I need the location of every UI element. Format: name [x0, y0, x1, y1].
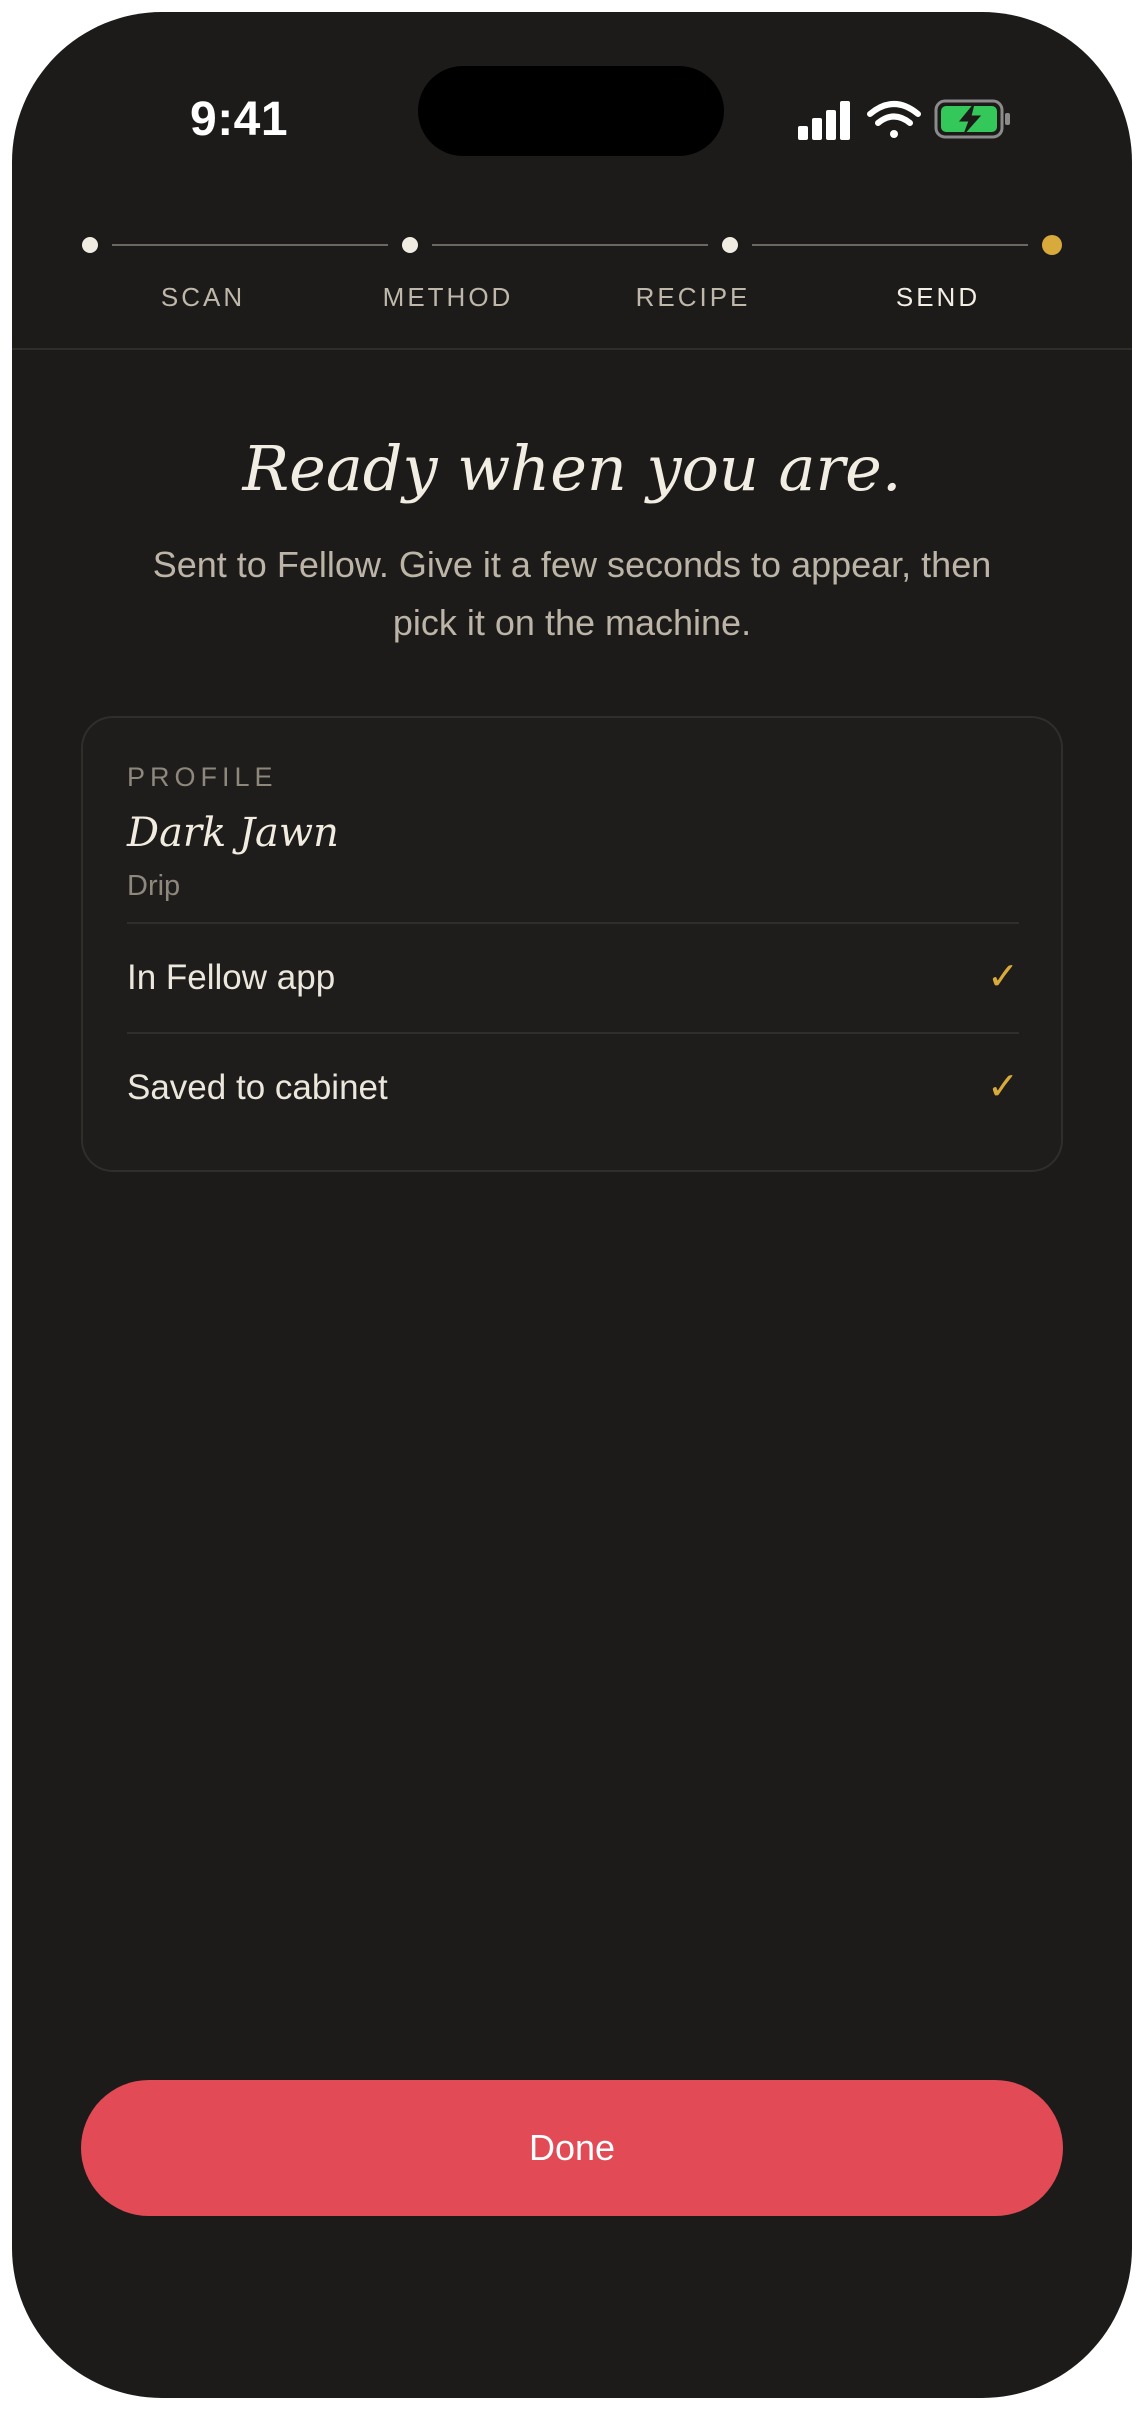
- status-row-cabinet: Saved to cabinet ✓: [127, 1034, 1019, 1142]
- status-time: 9:41: [190, 93, 289, 146]
- step-connector: [752, 244, 1028, 246]
- profile-name: Dark Jawn: [127, 810, 339, 856]
- step-connector: [432, 244, 708, 246]
- progress-stepper: SCAN METHOD RECIPE SEND: [12, 212, 1132, 350]
- card-label: PROFILE: [127, 762, 278, 792]
- step-dot-recipe: [722, 237, 738, 253]
- battery-charging-icon: [934, 99, 1010, 139]
- page-subtitle: Sent to Fellow. Give it a few seconds to…: [152, 544, 992, 643]
- step-label-send[interactable]: SEND: [818, 282, 1058, 313]
- step-label-method[interactable]: METHOD: [328, 282, 568, 313]
- profile-card: PROFILE Dark Jawn Drip In Fellow app ✓ S…: [81, 716, 1063, 1172]
- status-icons: [798, 96, 1028, 146]
- checkmark-icon: ✓: [987, 1066, 1019, 1108]
- wifi-icon: [867, 101, 921, 138]
- step-label-recipe[interactable]: RECIPE: [573, 282, 813, 313]
- step-label-scan[interactable]: SCAN: [83, 282, 323, 313]
- step-dot-send: [1042, 235, 1062, 255]
- dynamic-island: [418, 66, 724, 156]
- cellular-signal-icon: [798, 101, 850, 140]
- page-title: Ready when you are.: [242, 432, 902, 505]
- status-row-fellow-app: In Fellow app ✓: [127, 924, 1019, 1032]
- checkmark-icon: ✓: [987, 956, 1019, 998]
- done-button[interactable]: Done: [81, 2080, 1063, 2216]
- profile-type: Drip: [127, 870, 181, 902]
- step-dot-method: [402, 237, 418, 253]
- status-row-label: Saved to cabinet: [127, 1068, 388, 1107]
- status-row-label: In Fellow app: [127, 958, 336, 997]
- phone-screen: 9:41 SCAN METHOD RECIPE SEND Ready when …: [12, 12, 1132, 2398]
- step-dot-scan: [82, 237, 98, 253]
- step-connector: [112, 244, 388, 246]
